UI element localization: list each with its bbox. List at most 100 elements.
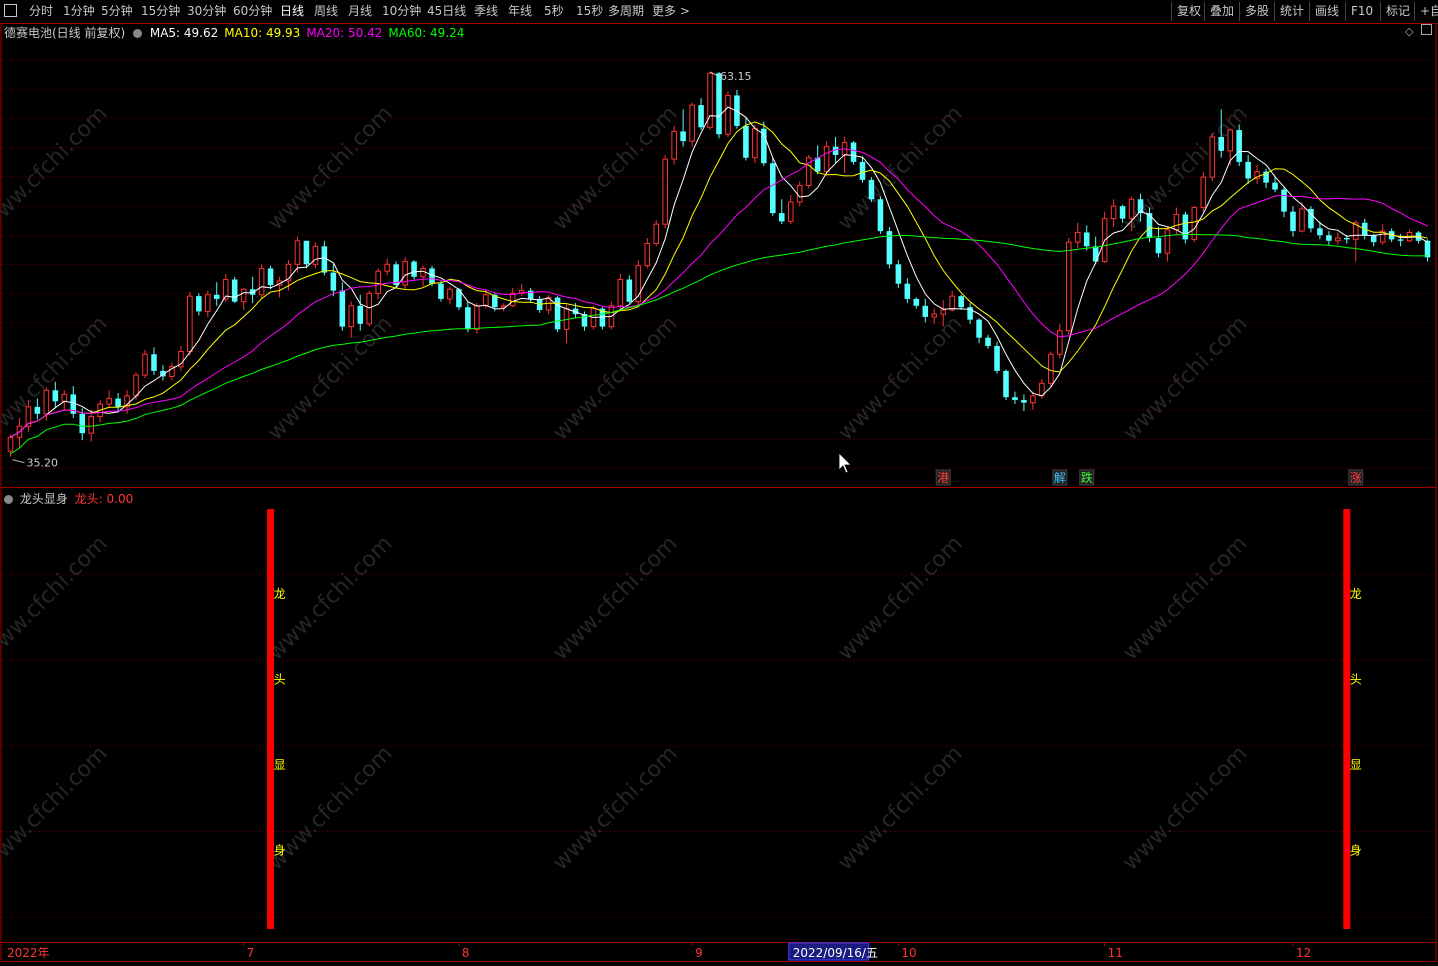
watermark-text: www.cfchi.com (1118, 531, 1252, 665)
period-tab[interactable]: 更多 > (652, 3, 690, 20)
period-tab[interactable]: 15分钟 (141, 3, 180, 20)
cursor-date-label: 2022/09/16/五 (793, 946, 878, 960)
candle-body (1021, 399, 1027, 403)
period-tab[interactable]: 5分钟 (101, 3, 133, 20)
candle-body (1424, 240, 1431, 258)
watermark-text: www.cfchi.com (548, 741, 682, 875)
candle-body (438, 283, 444, 299)
candle-body (240, 288, 247, 303)
watermark-text: www.cfchi.com (0, 531, 113, 665)
watermark-text: www.cfchi.com (833, 741, 967, 875)
indicator-name[interactable]: 龙头显身 (20, 492, 68, 506)
candle-body (115, 398, 121, 407)
candle-body (1003, 370, 1009, 398)
ma-label: MA60: 49.24 (388, 26, 465, 40)
candle-body (958, 296, 964, 308)
candle-body (1290, 211, 1296, 232)
candle-body (931, 313, 938, 318)
candle-body (79, 413, 86, 434)
period-tab[interactable]: 1分钟 (63, 3, 95, 20)
tool-button[interactable]: 叠加 (1204, 2, 1239, 21)
period-tab[interactable]: 周线 (314, 3, 338, 20)
tool-button[interactable]: 画线 (1309, 2, 1344, 21)
indicator-value: 龙头: 0.00 (75, 492, 134, 506)
candle-body (1119, 206, 1126, 219)
candle-body (142, 353, 148, 376)
candle-body (1299, 208, 1305, 232)
candle-body (940, 309, 946, 315)
candle-body (321, 246, 328, 273)
candle-body (1245, 161, 1251, 179)
candle-body (509, 292, 516, 307)
candle-body (1057, 330, 1063, 355)
tool-button[interactable]: 统计 (1274, 2, 1309, 21)
candle-body (465, 307, 471, 330)
candle-body (1344, 238, 1350, 240)
period-tab[interactable]: 30分钟 (187, 3, 226, 20)
ma-label: MA5: 49.62 (149, 26, 219, 40)
candle-body (1074, 231, 1081, 243)
candle-body (1092, 246, 1099, 262)
candle-body (1110, 205, 1117, 220)
signal-char: 头 (274, 673, 286, 687)
candle-body (859, 161, 866, 180)
pointer-arrow-icon (838, 452, 852, 474)
candle-body (698, 105, 704, 128)
candle-body (787, 201, 794, 222)
candle-body (187, 295, 193, 353)
period-tab[interactable]: 日线 (280, 3, 304, 20)
restore-icon[interactable] (1421, 24, 1432, 35)
period-tab[interactable]: 月线 (348, 3, 372, 20)
watermark-text: www.cfchi.com (548, 311, 682, 445)
watermark-text: www.cfchi.com (263, 311, 397, 445)
period-tab[interactable]: 季线 (474, 3, 498, 20)
signal-char: 龙 (274, 587, 286, 601)
period-tab[interactable]: 15秒 (576, 3, 603, 20)
candle-body (294, 240, 301, 265)
event-marker: 港 (937, 471, 949, 485)
period-tab[interactable]: 年线 (508, 3, 532, 20)
period-tab[interactable]: 5秒 (544, 3, 564, 20)
candle-body (1173, 213, 1180, 231)
tool-button[interactable]: +自 (1414, 2, 1438, 21)
axis-label: 7 (247, 946, 255, 960)
candle-body (267, 268, 274, 286)
price-chart[interactable]: www.cfchi.com www.cfchi.com www.cfchi.com w… (0, 23, 1438, 963)
candle-body (626, 279, 633, 302)
window-menu-icon[interactable] (4, 4, 17, 17)
signal-char: 身 (274, 843, 286, 858)
candle-body (7, 436, 14, 452)
candle-body (1128, 198, 1135, 220)
candle-body (258, 267, 265, 296)
candle-body (384, 263, 390, 272)
period-tab[interactable]: 45日线 (427, 3, 466, 20)
tool-button[interactable]: 多股 (1239, 2, 1274, 21)
period-tab[interactable]: 多周期 (608, 3, 644, 20)
signal-char: 显 (1350, 758, 1362, 772)
tool-button[interactable]: 标记 (1380, 2, 1415, 21)
period-tab[interactable]: 10分钟 (382, 3, 421, 20)
period-tab[interactable]: 分时 (29, 3, 53, 20)
candle-body (1012, 397, 1018, 400)
event-marker: 涨 (1350, 470, 1362, 485)
chart-area[interactable]: www.cfchi.com www.cfchi.com www.cfchi.com w… (0, 23, 1438, 963)
signal-char: 头 (1350, 673, 1362, 687)
diamond-icon[interactable]: ◇ (1405, 25, 1413, 38)
candle-body (34, 406, 41, 414)
low-pointer (12, 459, 25, 464)
candle-body (796, 184, 803, 203)
watermark-text: www.cfchi.com (548, 531, 682, 665)
tool-button[interactable]: 复权 (1171, 2, 1206, 21)
period-tab[interactable]: 60分钟 (233, 3, 272, 20)
candle-body (1227, 129, 1233, 152)
stock-title[interactable]: 德赛电池(日线 前复权) (4, 26, 125, 40)
tool-button[interactable]: F10 (1345, 2, 1378, 21)
candle-body (949, 295, 955, 311)
candle-body (1281, 189, 1287, 212)
collapse-icon[interactable] (133, 29, 143, 38)
candle-body (1083, 232, 1090, 247)
watermark-text: www.cfchi.com (0, 741, 113, 875)
indicator-collapse-icon[interactable] (4, 495, 13, 504)
axis-label: 2022年 (7, 946, 50, 960)
candle-body (653, 223, 660, 245)
